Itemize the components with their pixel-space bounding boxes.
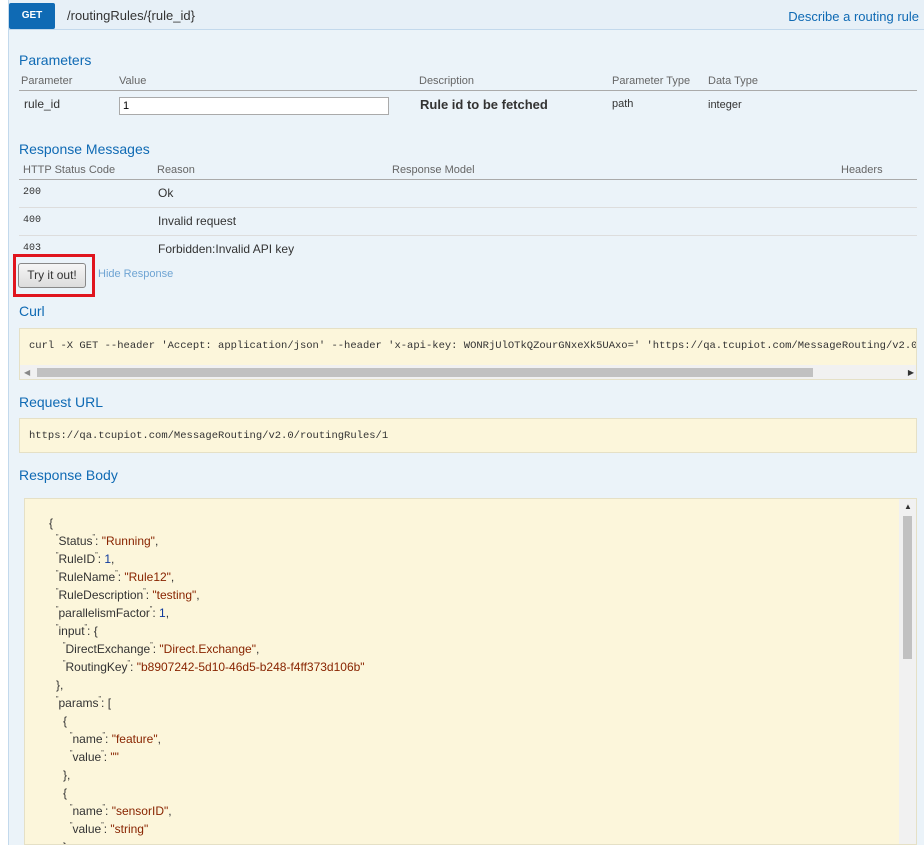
- json-line: "RuleID": 1,: [56, 552, 115, 566]
- request-url-block[interactable]: https://qa.tcupiot.com/MessageRouting/v2…: [19, 418, 917, 453]
- http-method-badge[interactable]: GET: [9, 3, 55, 29]
- status-code: 400: [23, 215, 42, 226]
- rule-id-input[interactable]: [119, 97, 389, 115]
- response-messages-title: Response Messages: [19, 141, 150, 157]
- status-reason: Ok: [158, 186, 174, 200]
- response-body-title: Response Body: [19, 467, 118, 483]
- resp-col-model: Response Model: [392, 164, 475, 176]
- param-name: rule_id: [24, 97, 61, 111]
- param-col-description: Description: [419, 75, 475, 87]
- json-line: {: [63, 714, 68, 728]
- json-line: "RuleDescription": "testing",: [56, 588, 200, 602]
- scroll-left-icon[interactable]: ◀: [24, 368, 30, 377]
- operation-panel: GET /routingRules/{rule_id} Describe a r…: [8, 0, 924, 845]
- resp-col-reason: Reason: [157, 164, 195, 176]
- json-line: "Status": "Running",: [56, 534, 159, 548]
- param-col-parameter: Parameter: [21, 75, 73, 87]
- resp-header-divider: [19, 179, 917, 180]
- resp-col-headers: Headers: [841, 164, 883, 176]
- json-line: },: [63, 768, 71, 782]
- vertical-scrollbar[interactable]: ▲: [899, 499, 916, 844]
- json-line: "input": {: [56, 624, 98, 638]
- param-col-type: Parameter Type: [612, 75, 691, 87]
- json-line: },: [56, 678, 64, 692]
- status-reason: Invalid request: [158, 214, 237, 228]
- json-line: "params": [: [56, 696, 112, 710]
- param-description: Rule id to be fetched: [420, 97, 548, 112]
- hide-response-link[interactable]: Hide Response: [98, 268, 173, 280]
- param-col-value: Value: [119, 75, 147, 87]
- json-line: "value": "": [70, 750, 119, 764]
- json-line: }: [63, 840, 67, 844]
- status-reason: Forbidden:Invalid API key: [158, 242, 295, 256]
- status-code: 403: [23, 243, 42, 254]
- json-line: "value": "string": [70, 822, 149, 836]
- json-line: "name": "sensorID",: [70, 804, 172, 818]
- response-body-block[interactable]: {"Status": "Running", "RuleID": 1, "RuleNa…: [24, 498, 917, 845]
- table-row-divider: [19, 207, 917, 208]
- scrollbar-thumb[interactable]: [37, 368, 813, 377]
- status-code: 200: [23, 187, 42, 198]
- param-datatype: integer: [708, 99, 742, 111]
- request-url-text: https://qa.tcupiot.com/MessageRouting/v2…: [29, 430, 389, 442]
- try-it-out-button[interactable]: Try it out!: [18, 263, 86, 288]
- operation-summary-link[interactable]: Describe a routing rule: [788, 9, 919, 24]
- json-line: {: [49, 516, 54, 530]
- operation-header[interactable]: GET /routingRules/{rule_id} Describe a r…: [9, 0, 924, 30]
- scrollbar-thumb[interactable]: [903, 516, 912, 659]
- json-line: "name": "feature",: [70, 732, 161, 746]
- endpoint-path[interactable]: /routingRules/{rule_id}: [67, 8, 195, 23]
- param-type: path: [612, 98, 634, 110]
- request-url-title: Request URL: [19, 394, 104, 410]
- param-col-datatype: Data Type: [708, 75, 758, 87]
- curl-title: Curl: [19, 303, 45, 319]
- param-header-divider: [19, 90, 917, 91]
- json-line: "parallelismFactor": 1,: [56, 606, 170, 620]
- horizontal-scrollbar[interactable]: ◀ ▶: [20, 365, 916, 379]
- table-row-divider: [19, 235, 917, 236]
- scroll-up-icon[interactable]: ▲: [904, 502, 912, 511]
- curl-block[interactable]: curl -X GET --header 'Accept: applicatio…: [19, 328, 917, 380]
- curl-command: curl -X GET --header 'Accept: applicatio…: [29, 340, 917, 352]
- json-line: "DirectExchange": "Direct.Exchange",: [63, 642, 260, 656]
- scroll-right-icon[interactable]: ▶: [908, 368, 914, 377]
- resp-col-status: HTTP Status Code: [23, 164, 116, 176]
- parameters-title: Parameters: [19, 52, 92, 68]
- json-line: "RoutingKey": "b8907242-5d10-46d5-b248-f…: [63, 660, 365, 674]
- json-line: "RuleName": "Rule12",: [56, 570, 175, 584]
- json-line: {: [63, 786, 68, 800]
